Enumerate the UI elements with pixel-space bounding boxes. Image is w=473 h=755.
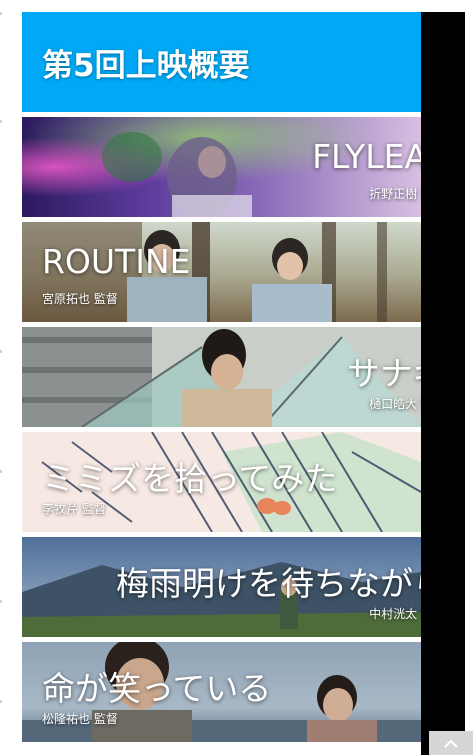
scroll-to-top-button[interactable]	[429, 731, 473, 755]
side-gap	[465, 0, 473, 755]
film-card-inochi[interactable]: 命が笑っている 松隆祐也 監督	[22, 642, 421, 742]
film-card-tsuyuake[interactable]: 梅雨明けを待ちながら 中村洸太 監督	[22, 537, 421, 637]
film-title: 命が笑っている	[42, 669, 272, 708]
side-strip	[421, 12, 465, 755]
section-header: 第5回上映概要	[22, 12, 421, 112]
film-card-flyleaf[interactable]: FLYLEAF 折野正樹 監督	[22, 117, 421, 217]
film-card-sanagi[interactable]: サナギ 樋口皓大 監督	[22, 327, 421, 427]
film-director: 松隆祐也 監督	[42, 712, 118, 726]
film-title: サナギ	[347, 354, 421, 393]
film-director: 折野正樹 監督	[369, 187, 421, 201]
page-title: 第5回上映概要	[42, 47, 250, 84]
film-director: 宮原拓也 監督	[42, 292, 118, 306]
film-title: 梅雨明けを待ちながら	[116, 564, 421, 603]
left-edge-marks	[0, 0, 4, 755]
chevron-up-icon	[444, 739, 458, 748]
film-director: 李牧芹 監督	[42, 502, 106, 516]
film-title: ミミズを拾ってみた	[42, 459, 338, 498]
film-card-mimizu[interactable]: ミミズを拾ってみた 李牧芹 監督	[22, 432, 421, 532]
film-title: FLYLEAF	[312, 137, 421, 176]
film-director: 樋口皓大 監督	[369, 397, 421, 411]
film-card-routine[interactable]: ROUTINE 宮原拓也 監督	[22, 222, 421, 322]
film-title: ROUTINE	[42, 242, 191, 281]
film-director: 中村洸太 監督	[369, 607, 421, 621]
